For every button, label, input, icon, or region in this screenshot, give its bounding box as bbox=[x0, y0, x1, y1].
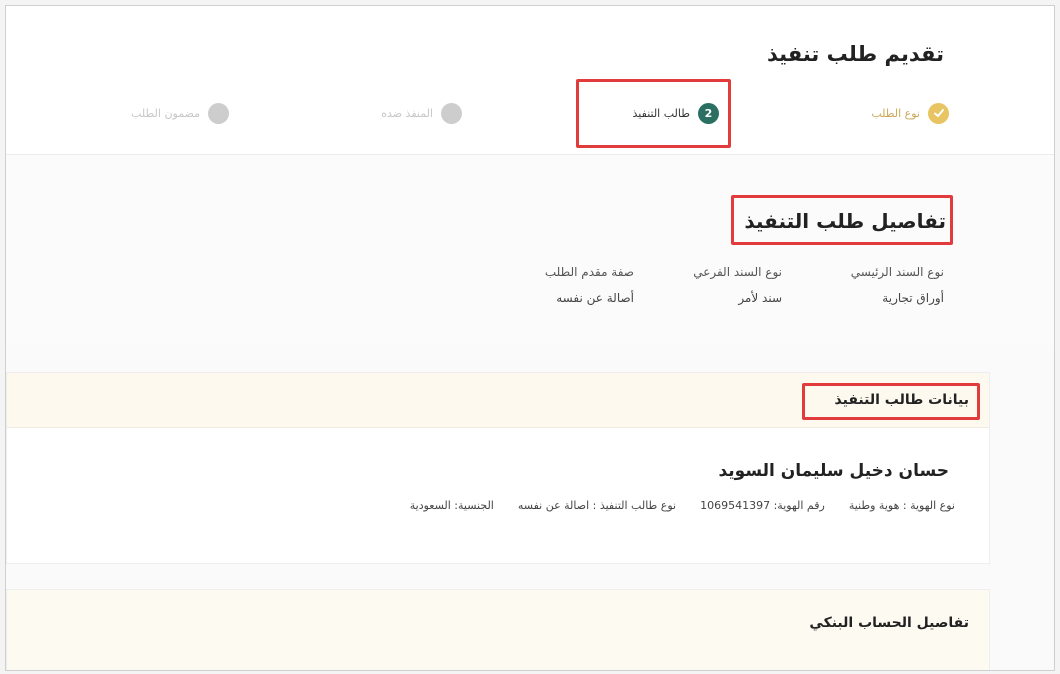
applicant-name: حسان دخيل سليمان السويد bbox=[718, 461, 949, 481]
applicant-meta: نوع الهوية : هوية وطنية رقم الهوية: 1069… bbox=[410, 499, 955, 512]
highlight-box bbox=[802, 383, 980, 420]
step-pending-icon bbox=[208, 102, 229, 124]
main-document-type: نوع السند الرئيسي أوراق تجارية bbox=[851, 265, 944, 305]
step-request-content[interactable]: مضمون الطلب bbox=[131, 102, 229, 124]
page-frame: تقديم طلب تنفيذ نوع الطلب 2 طالب التنفيذ… bbox=[5, 5, 1055, 671]
highlight-box bbox=[576, 79, 731, 148]
field-value: أصالة عن نفسه bbox=[556, 291, 634, 305]
bank-section-title: تفاصيل الحساب البنكي bbox=[809, 615, 969, 631]
step-label: نوع الطلب bbox=[871, 106, 920, 120]
field-label: نوع السند الفرعي bbox=[693, 265, 782, 279]
sub-document-type: نوع السند الفرعي سند لأمر bbox=[693, 265, 782, 305]
step-pending-icon bbox=[441, 102, 462, 124]
applicant-capacity: صفة مقدم الطلب أصالة عن نفسه bbox=[545, 265, 634, 305]
nationality: الجنسية: السعودية bbox=[409, 499, 494, 512]
step-label: مضمون الطلب bbox=[131, 106, 200, 120]
field-value: سند لأمر bbox=[738, 291, 782, 305]
field-label: نوع السند الرئيسي bbox=[850, 265, 944, 279]
field-label: صفة مقدم الطلب bbox=[544, 265, 634, 279]
highlight-box bbox=[731, 195, 953, 245]
page-title: تقديم طلب تنفيذ bbox=[767, 42, 944, 66]
applicant-card-header: بيانات طالب التنفيذ bbox=[7, 373, 989, 428]
id-type: نوع الهوية : هوية وطنية bbox=[848, 499, 955, 512]
id-number: رقم الهوية: 1069541397 bbox=[700, 499, 825, 512]
wizard-header: تقديم طلب تنفيذ نوع الطلب 2 طالب التنفيذ… bbox=[6, 6, 1054, 155]
step-label: المنفذ ضده bbox=[381, 106, 433, 120]
check-icon bbox=[928, 102, 949, 124]
step-respondent[interactable]: المنفذ ضده bbox=[381, 102, 462, 124]
field-value: أوراق تجارية bbox=[882, 291, 944, 305]
applicant-card: بيانات طالب التنفيذ حسان دخيل سليمان الس… bbox=[6, 372, 990, 564]
step-request-type[interactable]: نوع الطلب bbox=[871, 102, 949, 124]
request-details-section: تفاصيل طلب التنفيذ نوع السند الرئيسي أور… bbox=[6, 155, 1054, 345]
applicant-type: نوع طالب التنفيذ : اصالة عن نفسه bbox=[517, 499, 677, 512]
bank-account-card: تفاصيل الحساب البنكي bbox=[6, 589, 990, 670]
